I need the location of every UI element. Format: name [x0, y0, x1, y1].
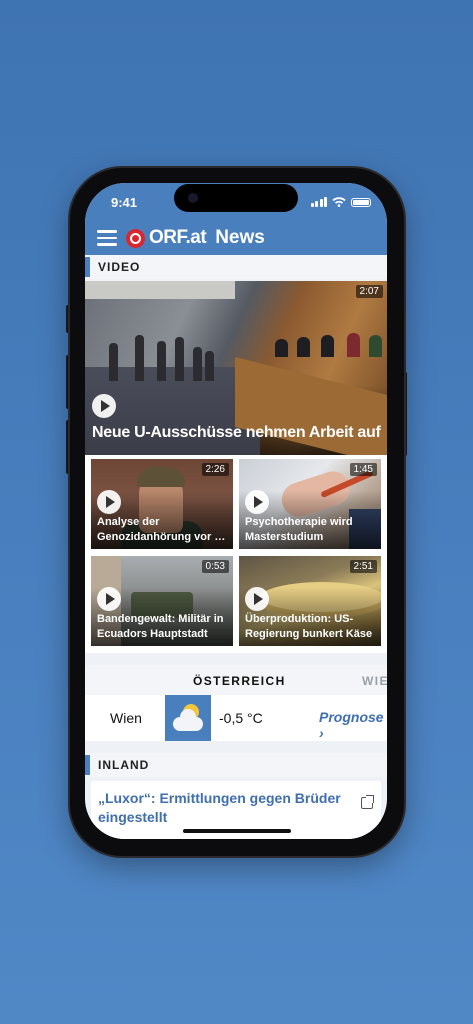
title-line: Analyse der: [97, 516, 160, 528]
video-tile-title: Psychotherapie wird Masterstudium: [245, 515, 379, 545]
weather-temperature: -0,5 °C: [219, 710, 263, 726]
title-line: Regierung bunkert Käse: [245, 628, 373, 640]
camera-icon: [188, 193, 198, 203]
hero-video[interactable]: 2:07 Neue U-Ausschüsse nehmen Arbeit auf: [85, 281, 387, 455]
title-line: Genozidanhörung vor UN…: [97, 531, 231, 543]
video-tile[interactable]: 2:26 Analyse der Genozidanhörung vor UN…: [91, 459, 233, 549]
title-line: „Luxor“: Ermittlungen gegen Brüder: [98, 790, 341, 806]
title-line: Psychotherapie wird: [245, 516, 353, 528]
video-tile-title: Bandengewalt: Militär in Ecuadors Haupts…: [97, 612, 231, 642]
play-icon[interactable]: [97, 587, 121, 611]
video-duration: 1:45: [349, 463, 377, 476]
title-line: Ecuadors Hauptstadt: [97, 628, 208, 640]
article-title[interactable]: „Luxor“: Ermittlungen gegen Brüder einge…: [98, 789, 348, 827]
title-line: eingestellt: [98, 809, 168, 825]
video-duration: 2:26: [201, 463, 229, 476]
title-line: Überproduktion: US-: [245, 613, 354, 625]
play-icon[interactable]: [97, 490, 121, 514]
section-title: VIDEO: [98, 260, 141, 274]
app-screen: 9:41 ORF.at News VIDEO 2:07 Neue U-Aussc…: [85, 183, 387, 839]
title-line: Bandengewalt: Militär in: [97, 613, 224, 625]
video-tile[interactable]: 0:53 Bandengewalt: Militär in Ecuadors H…: [91, 556, 233, 646]
tab-wien[interactable]: WIE: [362, 674, 387, 688]
section-title: INLAND: [98, 758, 150, 772]
video-tile-title: Analyse der Genozidanhörung vor UN…: [97, 515, 231, 545]
video-duration: 2:51: [349, 560, 377, 573]
video-tile-title: Überproduktion: US- Regierung bunkert Kä…: [245, 612, 379, 642]
video-duration: 0:53: [201, 560, 229, 573]
dynamic-island: [174, 184, 298, 212]
play-icon[interactable]: [245, 490, 269, 514]
hero-video-title[interactable]: Neue U-Ausschüsse nehmen Arbeit auf: [92, 424, 381, 442]
app-title: News: [215, 227, 265, 248]
video-tile[interactable]: 1:45 Psychotherapie wird Masterstudium: [239, 459, 381, 549]
video-duration: 2:07: [355, 285, 383, 298]
menu-icon[interactable]: [97, 230, 117, 246]
signal-icon: [310, 197, 327, 207]
play-icon[interactable]: [92, 394, 116, 418]
video-tile[interactable]: 2:51 Überproduktion: US- Regierung bunke…: [239, 556, 381, 646]
tab-oesterreich[interactable]: ÖSTERREICH: [193, 674, 286, 688]
status-icons: [310, 197, 371, 207]
orf-logo[interactable]: ORF.at: [149, 227, 207, 249]
home-indicator[interactable]: [183, 829, 291, 833]
forecast-link[interactable]: Prognose ›: [319, 709, 387, 741]
play-icon[interactable]: [245, 587, 269, 611]
partly-cloudy-icon: [165, 695, 211, 741]
battery-icon: [351, 197, 371, 207]
video-section-label: VIDEO: [85, 255, 387, 279]
external-link-icon[interactable]: [361, 795, 374, 809]
region-tabs: ÖSTERREICH WIE: [85, 665, 387, 695]
weather-city: Wien: [110, 710, 142, 726]
status-time: 9:41: [111, 195, 138, 210]
orf-logo-icon: [126, 228, 145, 248]
title-line: Masterstudium: [245, 531, 324, 543]
weather-widget[interactable]: Wien -0,5 °C Prognose ›: [85, 695, 387, 741]
wifi-icon: [332, 197, 346, 207]
inland-section-label: INLAND: [85, 753, 387, 777]
